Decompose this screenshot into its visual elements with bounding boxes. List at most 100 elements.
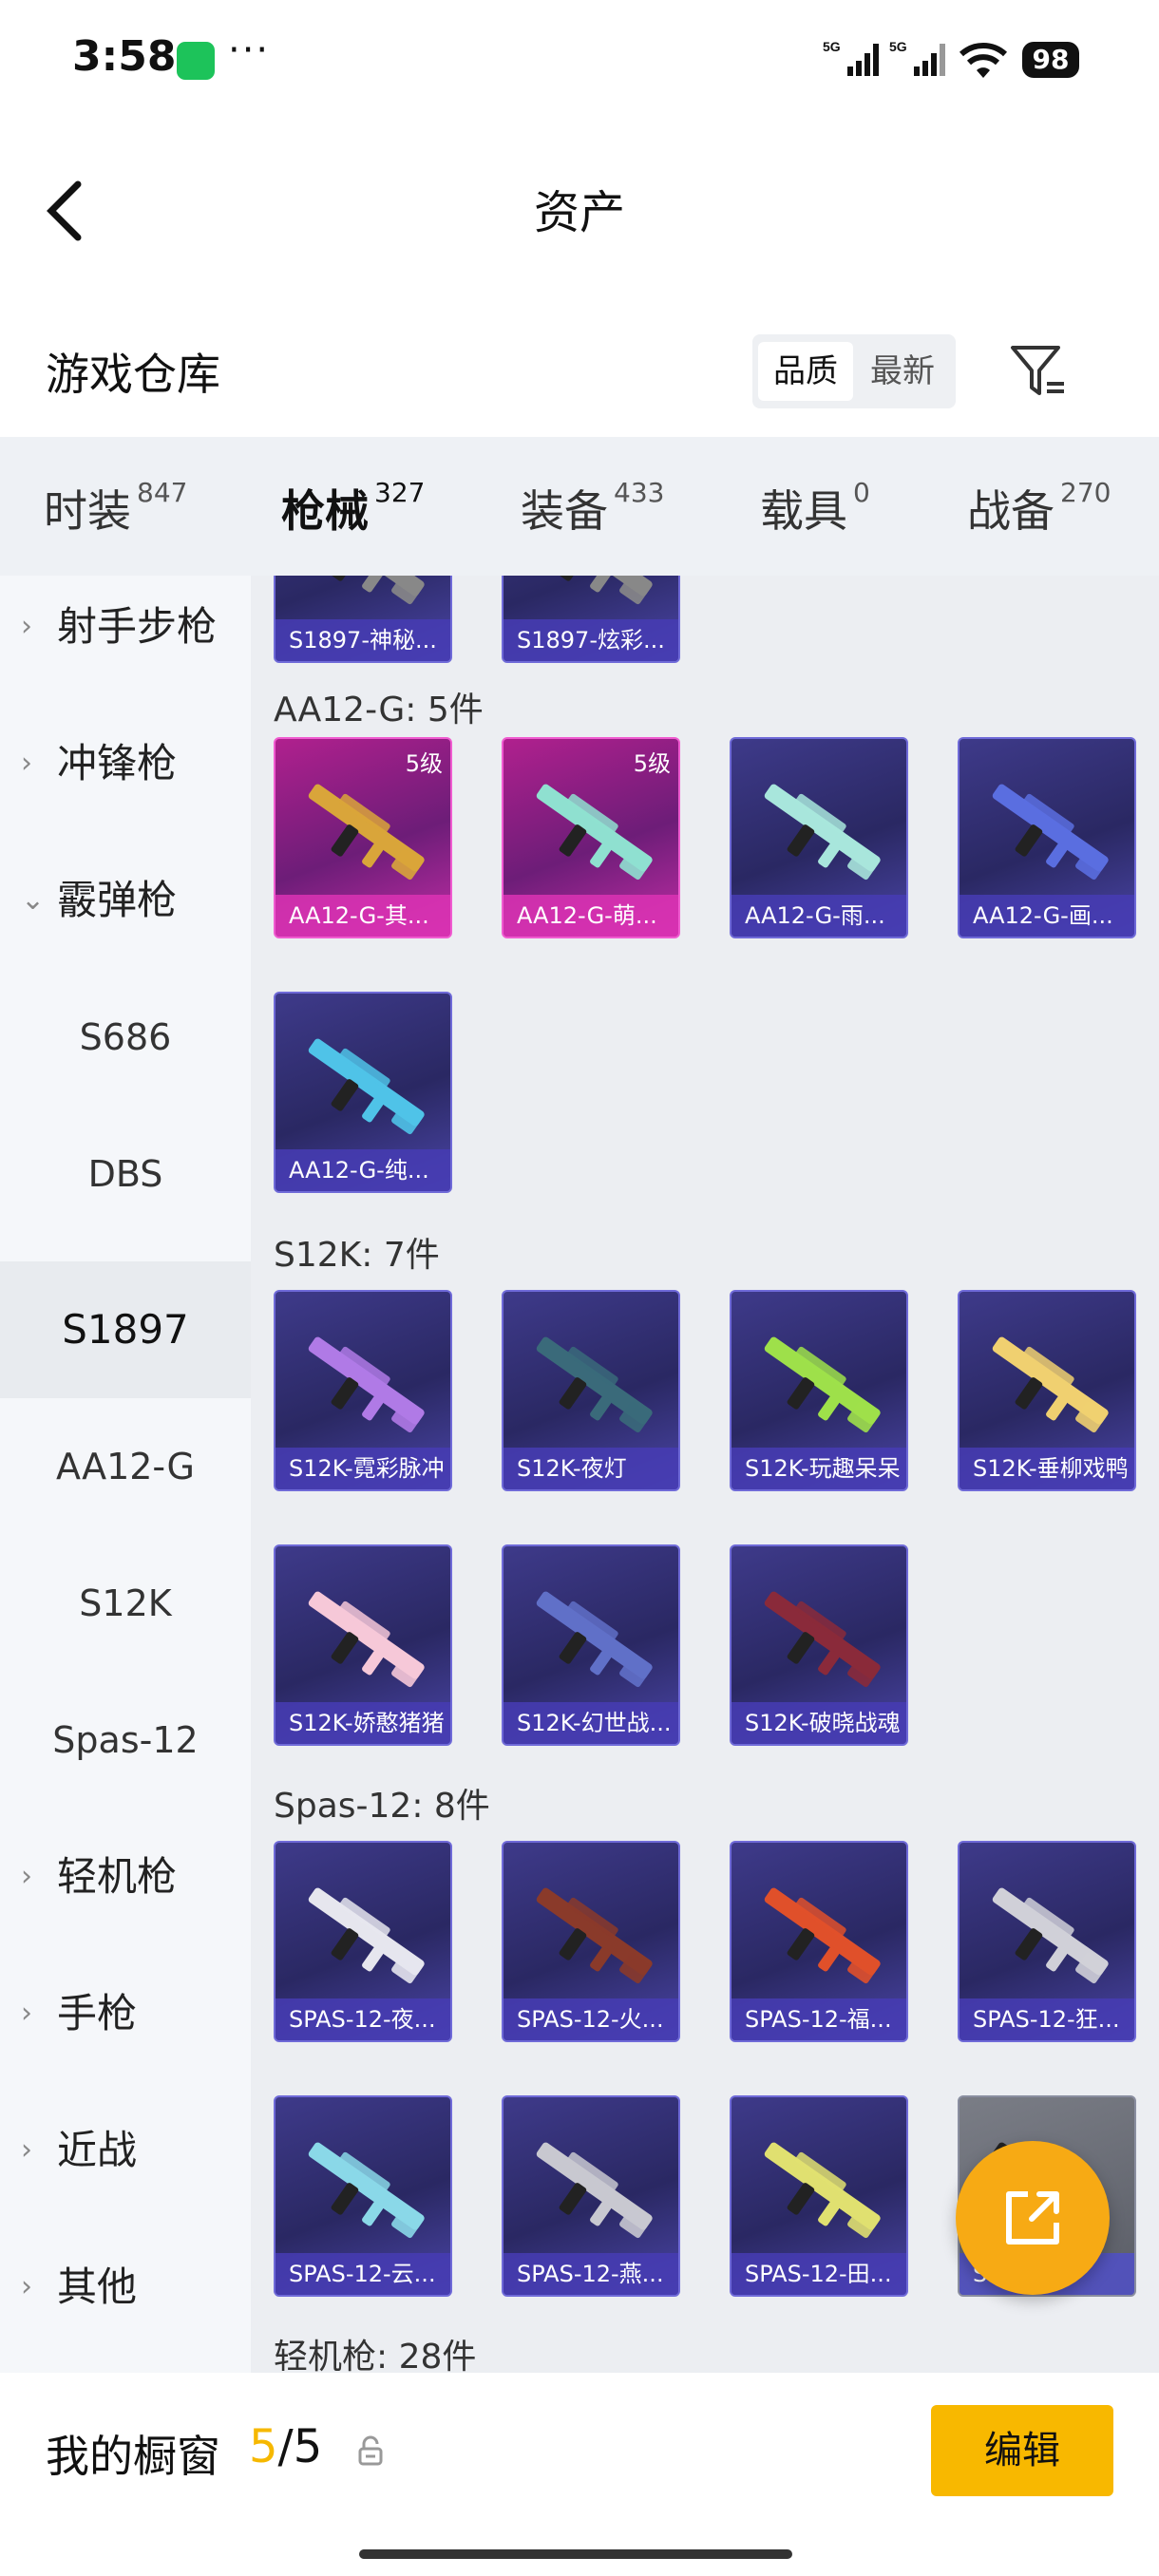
- item-grid-area: S1897-神秘... S1897-炫彩... AA12-G: 5件 5级 AA12-G…: [251, 576, 1159, 2373]
- sidebar-item[interactable]: S1897: [0, 1261, 251, 1398]
- tab-count: 433: [614, 477, 665, 508]
- sidebar-item[interactable]: S686: [0, 969, 251, 1106]
- showcase-bar: 我的橱窗 5/5 编辑: [0, 2373, 1159, 2576]
- status-time: 3:58: [72, 32, 177, 81]
- share-button[interactable]: [956, 2141, 1110, 2295]
- sidebar-item[interactable]: DBS: [0, 1106, 251, 1242]
- tab-count: 270: [1060, 477, 1112, 508]
- weapon-image: [308, 1887, 425, 1984]
- weapon-image: [308, 1336, 425, 1433]
- weapon-skin-card[interactable]: AA12-G-画...: [958, 737, 1136, 938]
- weapon-skin-card[interactable]: SPAS-12-田...: [730, 2095, 908, 2297]
- weapon-image: [992, 784, 1109, 881]
- sidebar-item-label: Spas-12: [52, 1719, 199, 1761]
- wifi-icon: [959, 43, 1008, 78]
- sort-newest-button[interactable]: 最新: [855, 342, 950, 401]
- sort-quality-button[interactable]: 品质: [758, 342, 853, 401]
- weapon-image: [764, 1336, 881, 1433]
- sidebar-item-label: 冲锋枪: [57, 740, 178, 786]
- category-tabs: 时装 847 枪械 327 装备 433 载具 0 战备 270: [0, 437, 1159, 589]
- edit-showcase-button[interactable]: 编辑: [931, 2405, 1113, 2496]
- weapon-skin-card[interactable]: SPAS-12-狂...: [958, 1841, 1136, 2042]
- weapon-image: [764, 784, 881, 881]
- item-name: S12K-幻世战...: [504, 1702, 678, 1744]
- chevron-right-icon: ›: [21, 2133, 32, 2167]
- weapon-image: [308, 1038, 425, 1135]
- weapon-image: [536, 1887, 653, 1984]
- home-indicator: [359, 2549, 792, 2559]
- sidebar-item[interactable]: › 冲锋枪: [0, 695, 251, 832]
- warehouse-header: 游戏仓库 品质 最新: [0, 294, 1159, 437]
- weapon-skin-card[interactable]: S12K-玩趣呆呆: [730, 1290, 908, 1491]
- weapon-skin-card[interactable]: SPAS-12-燕...: [502, 2095, 680, 2297]
- weapon-image: [764, 2142, 881, 2239]
- sidebar-item[interactable]: › 近战: [0, 2082, 251, 2219]
- sidebar-item[interactable]: ⌄ 霰弹枪: [0, 832, 251, 969]
- weapon-skin-card[interactable]: S1897-神秘...: [274, 576, 452, 663]
- weapon-skin-card[interactable]: S12K-夜灯: [502, 1290, 680, 1491]
- item-name: S1897-神秘...: [276, 619, 450, 661]
- sidebar-item[interactable]: Spas-12: [0, 1672, 251, 1809]
- item-name: AA12-G-雨...: [732, 895, 906, 937]
- signal-2-label: 5G: [889, 39, 907, 54]
- item-name: SPAS-12-夜...: [276, 1998, 450, 2040]
- item-name: SPAS-12-狂...: [960, 1998, 1134, 2040]
- sidebar-item-label: S12K: [79, 1582, 172, 1624]
- weapon-skin-card[interactable]: S12K-幻世战...: [502, 1544, 680, 1746]
- weapon-skin-card[interactable]: AA12-G-纯...: [274, 992, 452, 1193]
- section-heading: 轻机枪: 28件: [274, 2338, 477, 2373]
- tab-label: 战备: [967, 485, 1054, 537]
- sidebar-item-label: DBS: [87, 1153, 163, 1195]
- item-name: SPAS-12-火...: [504, 1998, 678, 2040]
- weapon-skin-card[interactable]: S12K-垂柳戏鸭: [958, 1290, 1136, 1491]
- section-heading: Spas-12: 8件: [274, 1787, 490, 1826]
- weapon-image: [992, 1336, 1109, 1433]
- sidebar-item-label: 射手步枪: [57, 603, 218, 650]
- weapon-skin-card[interactable]: SPAS-12-福...: [730, 1841, 908, 2042]
- sidebar-item-label: S1897: [62, 1306, 189, 1353]
- showcase-count: 5/5: [249, 2420, 322, 2473]
- weapon-skin-card[interactable]: AA12-G-雨...: [730, 737, 908, 938]
- sidebar-item[interactable]: › 射手步枪: [0, 559, 251, 695]
- warehouse-title: 游戏仓库: [46, 349, 220, 400]
- sidebar-item[interactable]: AA12-G: [0, 1398, 251, 1535]
- weapon-skin-card[interactable]: 5级 AA12-G-萌...: [502, 737, 680, 938]
- tab-label: 时装: [44, 485, 131, 537]
- item-name: S12K-夜灯: [504, 1448, 678, 1489]
- tab-battle-prep[interactable]: 战备 270: [967, 477, 1111, 540]
- item-name: AA12-G-纯...: [276, 1149, 450, 1191]
- tab-vehicles[interactable]: 载具 0: [760, 477, 870, 540]
- tab-firearms[interactable]: 枪械 327: [281, 477, 425, 589]
- sidebar-item[interactable]: › 轻机枪: [0, 1809, 251, 1945]
- tab-count: 847: [137, 477, 188, 508]
- weapon-skin-card[interactable]: SPAS-12-云...: [274, 2095, 452, 2297]
- weapon-skin-card[interactable]: S1897-炫彩...: [502, 576, 680, 663]
- weapon-skin-card[interactable]: SPAS-12-夜...: [274, 1841, 452, 2042]
- filter-icon[interactable]: [1007, 340, 1068, 401]
- sidebar-item[interactable]: › 手枪: [0, 1945, 251, 2082]
- status-bar: 3:58 ··· 5G 5G 98: [0, 0, 1159, 114]
- sidebar-item[interactable]: › 其他: [0, 2219, 251, 2356]
- tab-equipment[interactable]: 装备 433: [521, 477, 664, 540]
- chevron-right-icon: ›: [21, 747, 32, 780]
- sidebar-item-label: 手枪: [57, 1990, 138, 2036]
- weapon-image: [764, 1591, 881, 1688]
- weapon-skin-card[interactable]: SPAS-12-火...: [502, 1841, 680, 2042]
- tab-fashion[interactable]: 时装 847: [44, 477, 187, 540]
- weapon-skin-card[interactable]: S12K-霓彩脉冲: [274, 1290, 452, 1491]
- section-heading: S12K: 7件: [274, 1236, 440, 1275]
- tab-label: 枪械: [281, 485, 369, 537]
- share-external-icon: [1006, 2191, 1059, 2245]
- item-name: S1897-炫彩...: [504, 619, 678, 661]
- item-name: SPAS-12-田...: [732, 2253, 906, 2295]
- sidebar-item[interactable]: S12K: [0, 1535, 251, 1672]
- weapon-skin-card[interactable]: 5级 AA12-G-其...: [274, 737, 452, 938]
- weapon-skin-card[interactable]: S12K-破晓战魂: [730, 1544, 908, 1746]
- chevron-right-icon: ›: [21, 1860, 32, 1893]
- weapon-skin-card[interactable]: S12K-娇憨猪猪: [274, 1544, 452, 1746]
- cellular-signal-icon-2: 5G: [889, 39, 945, 76]
- sidebar-item-label: 近战: [57, 2127, 138, 2173]
- sort-toggle: 品质 最新: [752, 334, 956, 408]
- item-name: S12K-娇憨猪猪: [276, 1702, 450, 1744]
- wechat-icon: [177, 42, 215, 80]
